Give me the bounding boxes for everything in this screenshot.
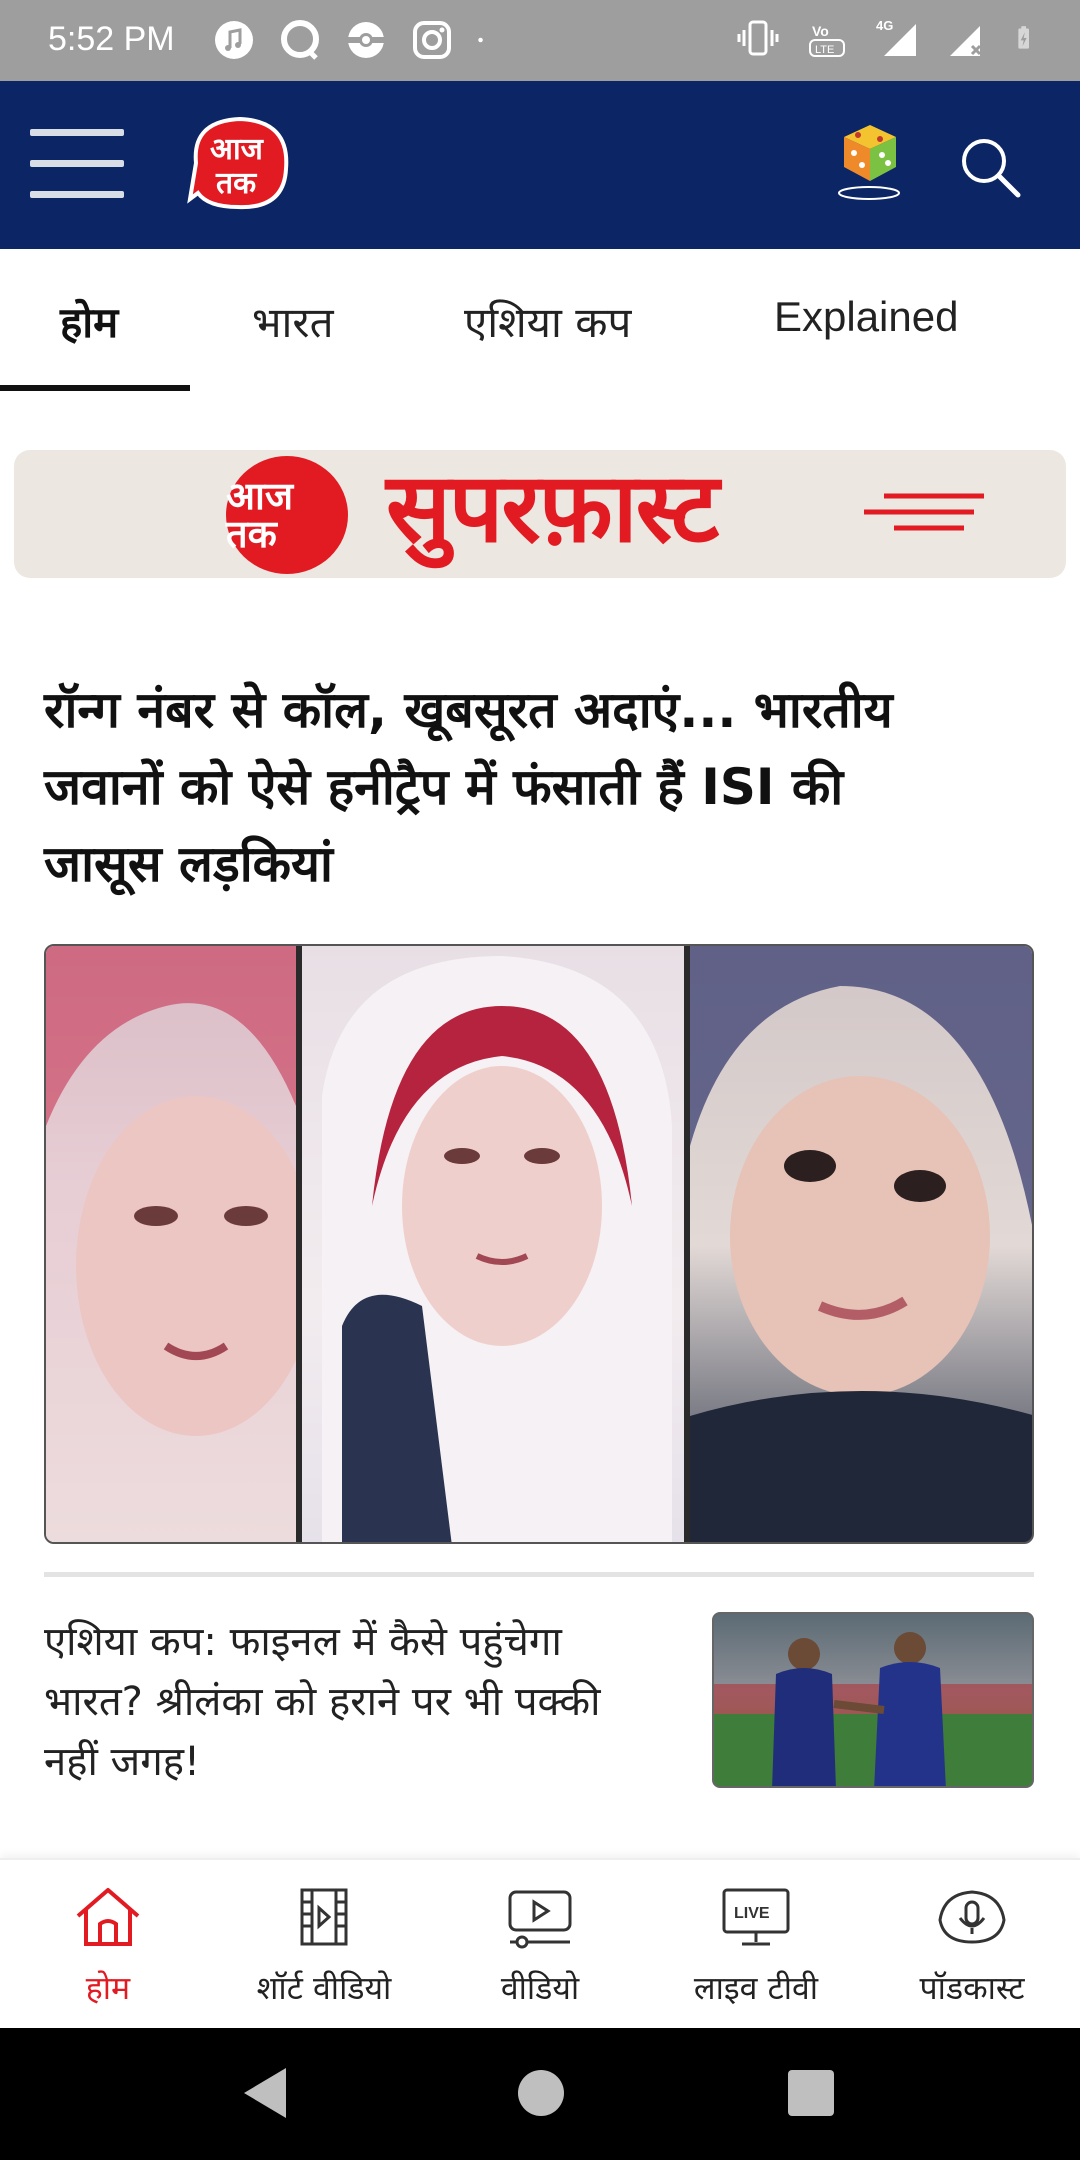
- superfast-banner[interactable]: आज तक सुपरफ़ास्ट: [14, 450, 1066, 578]
- second-story-headline[interactable]: एशिया कप: फाइनल में कैसे पहुंचेगा भारत? …: [44, 1612, 664, 1792]
- status-bar: 5:52 PM Vo LTE 4G: [0, 0, 1080, 81]
- speed-lines-icon: [864, 493, 984, 531]
- pokeball-notification-icon: [348, 22, 384, 58]
- svg-text:4G: 4G: [876, 18, 893, 33]
- search-icon[interactable]: [958, 135, 1022, 199]
- svg-text:LIVE: LIVE: [734, 1905, 770, 1922]
- signal-4g-icon: 4G: [876, 18, 916, 56]
- hero-image-panel-left: [46, 946, 296, 1542]
- app-header: आज तक: [0, 81, 1080, 249]
- game-dice-icon[interactable]: [836, 117, 902, 201]
- nav-short-video[interactable]: शॉर्ट वीडियो: [216, 1860, 432, 2030]
- video-icon: [508, 1890, 572, 1949]
- nav-podcast-label: पॉडकास्ट: [919, 1969, 1025, 2007]
- svg-text:आज: आज: [210, 132, 265, 167]
- instagram-notification-icon: [413, 21, 451, 59]
- tab-bharat[interactable]: भारत: [252, 293, 334, 350]
- nav-home-label: होम: [85, 1969, 131, 2007]
- category-tabs: होम भारत एशिया कप Explained: [0, 249, 1080, 393]
- nav-video[interactable]: वीडियो: [432, 1860, 648, 2030]
- second-story-thumbnail[interactable]: [712, 1612, 1034, 1788]
- status-notification-icons: [212, 18, 496, 62]
- system-navigation-bar: [0, 2028, 1080, 2160]
- svg-text:LTE: LTE: [815, 44, 834, 56]
- recent-apps-icon[interactable]: [788, 2070, 834, 2116]
- tab-home[interactable]: होम: [60, 293, 118, 350]
- nav-home[interactable]: होम: [0, 1860, 216, 2030]
- vibrate-icon: [737, 20, 779, 56]
- volte-icon: Vo LTE: [809, 23, 845, 57]
- active-tab-indicator: [0, 385, 190, 391]
- tab-asia-cup[interactable]: एशिया कप: [464, 293, 631, 350]
- banner-title: सुपरफ़ास्ट: [386, 452, 719, 564]
- status-system-icons: Vo LTE 4G: [736, 16, 1042, 60]
- main-story-headline[interactable]: रॉन्ग नंबर से कॉल, खूबसूरत अदाएं... भारत…: [44, 672, 904, 903]
- nav-live-tv[interactable]: LIVE लाइव टीवी: [648, 1860, 864, 2030]
- nav-short-video-label: शॉर्ट वीडियो: [256, 1969, 392, 2007]
- live-tv-icon: LIVE: [722, 1888, 790, 1946]
- home-icon: [76, 1888, 140, 1946]
- film-icon: [300, 1888, 348, 1946]
- nav-video-label: वीडियो: [500, 1969, 580, 2007]
- menu-icon[interactable]: [30, 129, 124, 201]
- nav-podcast[interactable]: पॉडकास्ट: [864, 1860, 1080, 2030]
- tab-explained[interactable]: Explained: [774, 293, 958, 341]
- podcast-icon: [938, 1890, 1006, 1944]
- banner-logo-badge: आज तक: [226, 456, 348, 574]
- signal-no-service-icon: [950, 26, 982, 56]
- chat-notification-icon: [281, 20, 319, 60]
- nav-live-tv-label: लाइव टीवी: [693, 1969, 819, 2007]
- home-circle-icon[interactable]: [518, 2070, 564, 2116]
- more-notifications-icon: [478, 37, 483, 43]
- music-notification-icon: [215, 21, 253, 59]
- bottom-navigation: होम शॉर्ट वीडियो वीडियो LIVE लाइव टीवी प…: [0, 1858, 1080, 2028]
- battery-charging-icon: [1018, 26, 1029, 49]
- svg-text:तक: तक: [215, 166, 257, 201]
- hero-image-panel-right: [690, 946, 1032, 1542]
- status-time: 5:52 PM: [48, 20, 175, 58]
- story-divider: [44, 1572, 1034, 1577]
- aajtak-logo[interactable]: आज तक: [186, 113, 292, 213]
- main-story-image[interactable]: [44, 944, 1034, 1544]
- hero-image-panel-center: [302, 946, 684, 1542]
- svg-text:Vo: Vo: [812, 23, 829, 39]
- back-icon[interactable]: [240, 2064, 290, 2122]
